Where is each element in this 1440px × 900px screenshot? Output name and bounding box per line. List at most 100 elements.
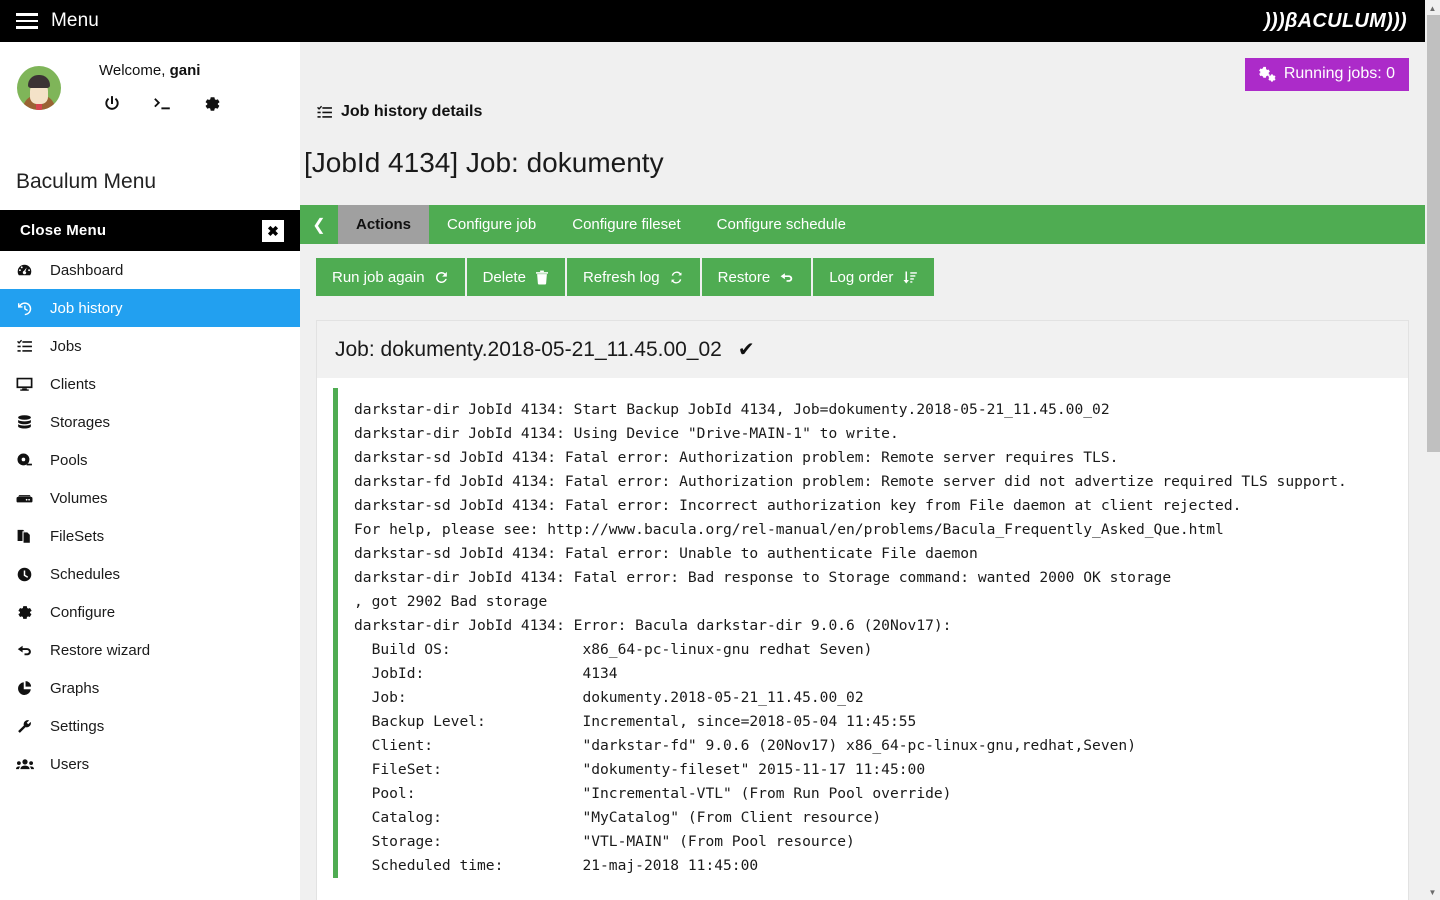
welcome-prefix: Welcome,: [99, 62, 166, 79]
action-bar: Run job again Delete Refresh log Restore: [300, 244, 1425, 296]
sidebar-item-label: Graphs: [50, 679, 100, 697]
power-off-icon[interactable]: [101, 93, 123, 115]
job-log-card-header: Job: dokumenty.2018-05-21_11.45.00_02 ✔: [317, 321, 1408, 378]
sidebar-item-users[interactable]: Users: [0, 745, 300, 783]
sidebar-item-filesets[interactable]: FileSets: [0, 517, 300, 555]
cogs-icon: [1257, 66, 1276, 83]
sidebar-item-dashboard[interactable]: Dashboard: [0, 251, 300, 289]
sidebar-item-label: Clients: [50, 375, 96, 393]
sidebar-title: Baculum Menu: [16, 170, 157, 193]
job-log-text: darkstar-dir JobId 4134: Start Backup Jo…: [354, 401, 1347, 874]
menu-toggle-label[interactable]: Menu: [51, 10, 99, 32]
page-root: Menu )))βACULUM))) Welcome, gani Baculum…: [0, 0, 1440, 900]
sidebar-item-settings[interactable]: Settings: [0, 707, 300, 745]
database-icon: [16, 414, 40, 431]
sidebar: Welcome, gani Baculum Menu Close Menu ✖ …: [0, 42, 300, 900]
sidebar-item-job-history[interactable]: Job history: [0, 289, 300, 327]
sidebar-item-configure[interactable]: Configure: [0, 593, 300, 631]
users-icon: [16, 756, 40, 773]
tab-configure-schedule[interactable]: Configure schedule: [699, 205, 864, 244]
sidebar-item-label: Volumes: [50, 489, 108, 507]
terminal-icon[interactable]: [151, 93, 173, 115]
close-menu-button[interactable]: Close Menu ✖: [0, 210, 300, 251]
scroll-down-arrow[interactable]: ▼: [1425, 885, 1440, 899]
tab-configure-job[interactable]: Configure job: [429, 205, 554, 244]
sidebar-item-label: Restore wizard: [50, 641, 151, 659]
restore-button[interactable]: Restore: [701, 258, 812, 296]
sidebar-item-storages[interactable]: Storages: [0, 403, 300, 441]
job-log-panel[interactable]: darkstar-dir JobId 4134: Start Backup Jo…: [333, 388, 1392, 878]
desktop-icon: [16, 376, 40, 393]
sidebar-item-pools[interactable]: Pools: [0, 441, 300, 479]
undo-icon: [16, 642, 40, 659]
sidebar-item-label: Schedules: [50, 565, 121, 583]
tasks-icon: [316, 104, 333, 121]
copy-icon: [16, 528, 40, 545]
page-title: [JobId 4134] Job: dokumenty: [304, 147, 664, 178]
username: gani: [169, 62, 201, 79]
avatar: [17, 66, 61, 110]
close-icon[interactable]: ✖: [262, 219, 284, 242]
sidebar-nav: Dashboard Job history Jobs Clients Stora…: [0, 251, 300, 783]
hdd-icon: [16, 490, 40, 507]
gear-icon: [16, 604, 40, 621]
refresh-log-label: Refresh log: [582, 268, 660, 286]
sidebar-item-label: Pools: [50, 451, 88, 469]
sidebar-item-restore-wizard[interactable]: Restore wizard: [0, 631, 300, 669]
dashboard-icon: [16, 262, 40, 279]
sidebar-item-label: Users: [50, 755, 90, 773]
tape-icon: [16, 452, 40, 469]
scroll-up-arrow[interactable]: ▲: [1425, 1, 1440, 15]
sidebar-item-graphs[interactable]: Graphs: [0, 669, 300, 707]
main-content: Running jobs: 0 Job history details [Job…: [300, 42, 1425, 900]
brand-logo: )))βACULUM))): [1264, 9, 1407, 32]
pie-chart-icon: [16, 680, 40, 697]
refresh-icon: [669, 270, 684, 285]
page-scrollbar[interactable]: ▲ ▼: [1425, 0, 1440, 900]
restore-label: Restore: [717, 268, 771, 286]
history-icon: [16, 300, 40, 317]
breadcrumb-label: Job history details: [341, 103, 483, 120]
tab-configure-fileset[interactable]: Configure fileset: [554, 205, 698, 244]
close-menu-label: Close Menu: [20, 222, 107, 239]
run-job-again-label: Run job again: [332, 268, 425, 286]
tab-bar: ❮ Actions Configure job Configure filese…: [300, 205, 1425, 244]
run-job-again-button[interactable]: Run job again: [316, 258, 465, 296]
hamburger-icon[interactable]: [16, 13, 38, 29]
check-icon: ✔: [737, 339, 755, 361]
wrench-icon: [16, 718, 40, 735]
page-title-wrap: [JobId 4134] Job: dokumenty: [300, 121, 1425, 179]
clock-icon: [16, 566, 40, 583]
job-log-card: Job: dokumenty.2018-05-21_11.45.00_02 ✔ …: [316, 320, 1409, 900]
top-bar: Menu )))βACULUM))): [0, 0, 1425, 42]
tab-actions[interactable]: Actions: [338, 205, 430, 244]
refresh-log-button[interactable]: Refresh log: [566, 258, 700, 296]
running-jobs-label: Running jobs: 0: [1283, 65, 1395, 82]
sidebar-item-label: FileSets: [50, 527, 105, 545]
delete-label: Delete: [482, 268, 526, 286]
running-jobs-area: Running jobs: 0: [300, 42, 1425, 91]
sidebar-item-label: Settings: [50, 717, 105, 735]
scroll-thumb[interactable]: [1427, 15, 1440, 452]
sidebar-item-clients[interactable]: Clients: [0, 365, 300, 403]
log-order-button[interactable]: Log order: [813, 258, 935, 296]
trash-icon: [535, 270, 549, 285]
user-action-icons: [101, 93, 300, 115]
gear-icon[interactable]: [201, 93, 223, 115]
chevron-left-icon[interactable]: ❮: [300, 205, 338, 244]
reply-icon: [779, 270, 795, 285]
breadcrumb: Job history details: [300, 91, 1425, 121]
log-order-label: Log order: [829, 268, 894, 286]
sidebar-item-schedules[interactable]: Schedules: [0, 555, 300, 593]
welcome-text: Welcome, gani: [99, 62, 300, 79]
delete-button[interactable]: Delete: [466, 258, 565, 296]
job-log-title: Job: dokumenty.2018-05-21_11.45.00_02: [335, 337, 722, 361]
sidebar-item-label: Configure: [50, 603, 116, 621]
sidebar-item-jobs[interactable]: Jobs: [0, 327, 300, 365]
sidebar-item-label: Storages: [50, 413, 111, 431]
sidebar-item-volumes[interactable]: Volumes: [0, 479, 300, 517]
tasks-icon: [16, 338, 40, 355]
running-jobs-badge[interactable]: Running jobs: 0: [1244, 58, 1409, 91]
undo-icon: [434, 270, 449, 285]
sidebar-item-label: Job history: [50, 299, 123, 317]
